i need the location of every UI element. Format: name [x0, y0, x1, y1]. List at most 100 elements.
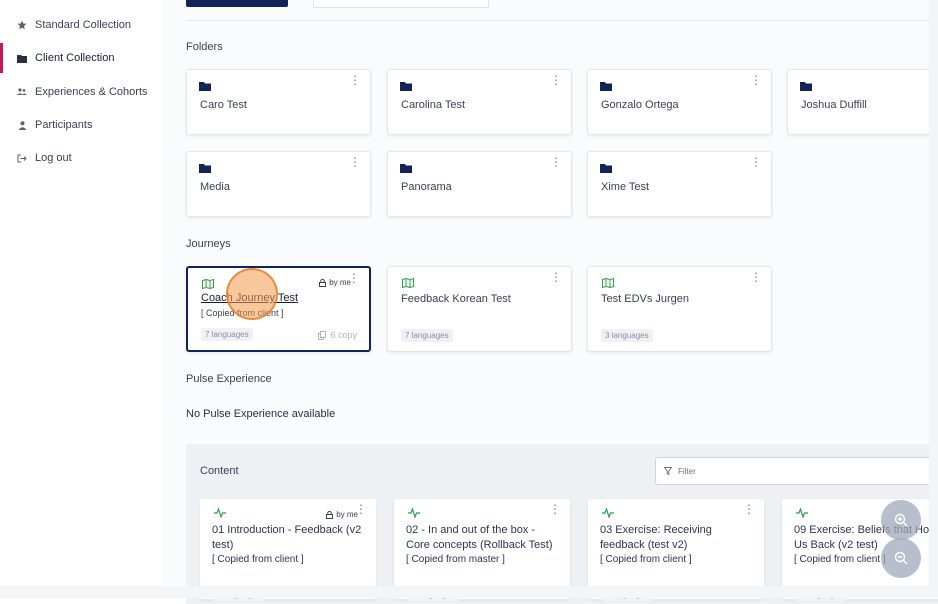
scrollbar[interactable] [929, 0, 938, 598]
content-subtitle: [ Copied from client ] [600, 554, 692, 565]
logout-icon [17, 153, 27, 163]
pulse-heading: Pulse Experience [186, 373, 272, 385]
folder-card[interactable]: ⋮ Xime Test [587, 151, 772, 217]
zoom-in-button[interactable] [881, 500, 921, 540]
folder-name: Joshua Duffill [801, 99, 867, 111]
sidebar-item-participants[interactable]: Participants [0, 110, 163, 140]
filter-input[interactable]: Filter [655, 457, 938, 485]
folder-icon [400, 164, 412, 173]
sidebar-item-label: Client Collection [35, 52, 115, 64]
more-options-icon[interactable]: ⋮ [349, 74, 361, 86]
more-options-icon[interactable]: ⋮ [750, 156, 762, 168]
content-subtitle: [ Copied from master ] [406, 554, 505, 565]
horizontal-scrollbar[interactable] [0, 586, 938, 598]
journey-card[interactable]: ⋮ Feedback Korean Test 7 languages [387, 266, 572, 352]
more-options-icon[interactable]: ⋮ [550, 156, 562, 168]
primary-tab-button[interactable] [186, 0, 288, 7]
copy-icon [318, 330, 327, 340]
folder-card[interactable]: ⋮ Gonzalo Ortega [587, 69, 772, 135]
divider [186, 20, 929, 21]
content-subtitle: [ Copied from client ] [212, 554, 304, 565]
folder-icon [17, 53, 27, 63]
more-options-icon[interactable]: ⋮ [550, 74, 562, 86]
pulse-icon [214, 508, 226, 518]
more-options-icon[interactable]: ⋮ [550, 271, 562, 283]
content-title: 03 Exercise: Receiving feedback (test v2… [600, 524, 712, 551]
folder-card[interactable]: ⋮ Media [186, 151, 371, 217]
filter-icon [664, 467, 672, 475]
sidebar-item-label: Standard Collection [35, 19, 132, 31]
sidebar-item-client-collection[interactable]: Client Collection [0, 43, 163, 73]
map-icon [402, 278, 414, 288]
zoom-out-icon [894, 551, 908, 565]
main-area: Folders ⋮ Caro Test ⋮ Carolina Test ⋮ Go… [163, 0, 938, 604]
folder-icon [400, 82, 412, 91]
filter-placeholder: Filter [678, 466, 696, 476]
journey-title: Test EDVs Jurgen [601, 293, 690, 305]
lock-icon [319, 278, 327, 287]
sidebar-item-label: Participants [35, 119, 93, 131]
more-options-icon[interactable]: ⋮ [743, 503, 755, 515]
secondary-tab-button[interactable] [313, 0, 489, 8]
content-card[interactable]: ⋮ 02 - In and out of the box - Core conc… [394, 499, 570, 601]
click-highlight [226, 268, 278, 320]
pulse-empty-text: No Pulse Experience available [186, 408, 336, 420]
more-options-icon[interactable]: ⋮ [750, 74, 762, 86]
map-icon [602, 278, 614, 288]
folder-card[interactable]: ⋮ Carolina Test [387, 69, 572, 135]
content-heading: Content [200, 465, 239, 477]
sidebar: Standard Collection Client Collection Ex… [0, 0, 163, 598]
journey-title: Feedback Korean Test [401, 293, 511, 305]
more-options-icon[interactable]: ⋮ [355, 503, 367, 515]
pulse-icon [602, 508, 614, 518]
more-options-icon[interactable]: ⋮ [549, 503, 561, 515]
pulse-icon [408, 508, 420, 518]
folders-heading: Folders [186, 41, 223, 53]
star-icon [17, 20, 27, 30]
folder-icon [600, 164, 612, 173]
content-panel: Content Filter by me ⋮ 01 Introduction -… [186, 444, 938, 604]
owner-badge: by me [319, 278, 351, 287]
owner-badge: by me [326, 510, 358, 519]
content-subtitle: [ Copied from client ] [794, 554, 886, 565]
people-icon [17, 87, 27, 97]
content-card[interactable]: ⋮ 03 Exercise: Receiving feedback (test … [588, 499, 764, 601]
folder-icon [600, 82, 612, 91]
folder-name: Carolina Test [401, 99, 465, 111]
folder-name: Media [200, 181, 230, 193]
person-icon [17, 120, 27, 130]
folder-card[interactable]: ⋮ Caro Test [186, 69, 371, 135]
copy-count: 6 copy [318, 330, 357, 340]
content-title: 01 Introduction - Feedback (v2 test) [212, 524, 362, 551]
folder-icon [800, 82, 812, 91]
folder-icon [199, 164, 211, 173]
copy-count-label: 6 copy [330, 330, 357, 340]
journey-card[interactable]: by me ⋮ Coach Journey Test [ Copied from… [186, 266, 371, 352]
folder-card[interactable]: Joshua Duffill [787, 69, 938, 135]
zoom-in-icon [894, 513, 908, 527]
sidebar-item-standard-collection[interactable]: Standard Collection [0, 10, 163, 40]
pulse-icon [796, 508, 808, 518]
journey-card[interactable]: ⋮ Test EDVs Jurgen 3 languages [587, 266, 772, 352]
content-card[interactable]: by me ⋮ 01 Introduction - Feedback (v2 t… [200, 499, 376, 601]
folder-name: Panorama [401, 181, 452, 193]
more-options-icon[interactable]: ⋮ [349, 156, 361, 168]
journeys-heading: Journeys [186, 238, 231, 250]
zoom-out-button[interactable] [881, 538, 921, 578]
lock-icon [326, 510, 334, 519]
sidebar-item-logout[interactable]: Log out [0, 143, 163, 173]
folder-card[interactable]: ⋮ Panorama [387, 151, 572, 217]
content-title: 02 - In and out of the box - Core concep… [406, 524, 553, 551]
sidebar-item-experiences-cohorts[interactable]: Experiences & Cohorts [0, 77, 163, 107]
language-badge: 7 languages [201, 328, 253, 341]
sidebar-item-label: Log out [35, 152, 72, 164]
more-options-icon[interactable]: ⋮ [750, 271, 762, 283]
folder-name: Xime Test [601, 181, 650, 193]
more-options-icon[interactable]: ⋮ [348, 272, 360, 284]
folder-name: Gonzalo Ortega [601, 99, 679, 111]
map-icon [202, 279, 214, 289]
folder-icon [199, 82, 211, 91]
language-badge: 7 languages [401, 329, 453, 342]
language-badge: 3 languages [601, 329, 653, 342]
sidebar-item-label: Experiences & Cohorts [35, 86, 148, 98]
